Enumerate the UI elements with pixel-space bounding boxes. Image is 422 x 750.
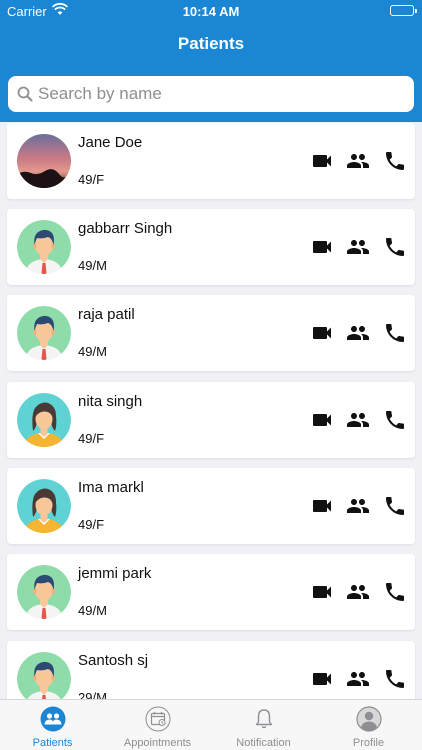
search-bar-container: [0, 66, 422, 122]
tab-label: Patients: [32, 737, 73, 749]
patient-age-gender: 49/M: [78, 344, 107, 359]
patient-name: nita singh: [78, 393, 143, 410]
clock: 10:14 AM: [182, 4, 240, 19]
patient-age-gender: 49/M: [78, 258, 107, 273]
tab-appointments[interactable]: Appointments: [105, 700, 210, 750]
male-avatar-icon: [17, 565, 71, 619]
patient-age-gender: 49/F: [78, 172, 105, 187]
patient-card[interactable]: gabbarr Singh 49/M: [7, 209, 415, 285]
group-icon[interactable]: [346, 580, 370, 604]
patient-name: raja patil: [78, 306, 135, 323]
patient-card[interactable]: Jane Doe 49/F: [7, 123, 415, 199]
video-call-icon[interactable]: [310, 408, 334, 432]
video-call-icon[interactable]: [310, 149, 334, 173]
patient-age-gender: 49/F: [78, 517, 105, 532]
group-icon[interactable]: [346, 321, 370, 345]
video-call-icon[interactable]: [310, 235, 334, 259]
phone-icon[interactable]: [383, 149, 407, 173]
patient-age-gender: 49/F: [78, 431, 105, 446]
patient-card[interactable]: nita singh 49/F: [7, 382, 415, 458]
patient-age-gender: 49/M: [78, 603, 107, 618]
patient-name: Jane Doe: [78, 134, 143, 151]
tab-notification[interactable]: Notification: [211, 700, 316, 750]
phone-icon[interactable]: [383, 235, 407, 259]
video-call-icon[interactable]: [310, 321, 334, 345]
phone-icon[interactable]: [383, 494, 407, 518]
patient-name: Santosh sj: [78, 652, 149, 669]
battery-icon: [390, 5, 417, 16]
group-icon[interactable]: [346, 667, 370, 691]
video-call-icon[interactable]: [310, 667, 334, 691]
phone-icon[interactable]: [383, 321, 407, 345]
nav-bar: Patients: [0, 22, 422, 66]
page-title: Patients: [177, 34, 245, 53]
tab-patients[interactable]: Patients: [0, 700, 105, 750]
patient-list[interactable]: Jane Doe 49/F gabbarr Singh 49/M raja pa…: [0, 122, 422, 699]
video-call-icon[interactable]: [310, 580, 334, 604]
group-icon[interactable]: [346, 235, 370, 259]
tab-label: Notification: [236, 737, 291, 749]
phone-icon[interactable]: [383, 580, 407, 604]
tab-label: Appointments: [123, 737, 192, 749]
patient-card[interactable]: Santosh sj 29/M: [7, 641, 415, 699]
phone-icon[interactable]: [383, 408, 407, 432]
bell-icon: [251, 706, 277, 732]
search-input[interactable]: [38, 80, 398, 108]
tab-profile[interactable]: Profile: [316, 700, 421, 750]
search-bar[interactable]: [8, 76, 414, 112]
male-avatar-icon: [17, 220, 71, 274]
group-icon[interactable]: [346, 408, 370, 432]
patient-card[interactable]: Ima markl 49/F: [7, 468, 415, 544]
patient-card[interactable]: jemmi park 49/M: [7, 554, 415, 630]
profile-icon: [356, 706, 382, 732]
search-icon: [17, 86, 33, 107]
patient-name: jemmi park: [78, 565, 152, 582]
phone-icon[interactable]: [383, 667, 407, 691]
patient-age-gender: 29/M: [78, 690, 107, 699]
female-avatar-icon: [17, 393, 71, 447]
patient-name: gabbarr Singh: [78, 220, 173, 237]
male-avatar-icon: [17, 652, 71, 699]
patients-icon: [40, 706, 66, 732]
tab-label: Profile: [352, 737, 385, 749]
male-avatar-icon: [17, 306, 71, 360]
video-call-icon[interactable]: [310, 494, 334, 518]
group-icon[interactable]: [346, 494, 370, 518]
patient-card[interactable]: raja patil 49/M: [7, 295, 415, 371]
patient-name: Ima markl: [78, 479, 144, 496]
calendar-icon: [145, 706, 171, 732]
female-avatar-icon: [17, 479, 71, 533]
tab-bar: Patients Appointments Notification Profi…: [0, 699, 422, 750]
avatar: [17, 134, 71, 188]
status-bar: Carrier 10:14 AM: [0, 0, 422, 22]
group-icon[interactable]: [346, 149, 370, 173]
